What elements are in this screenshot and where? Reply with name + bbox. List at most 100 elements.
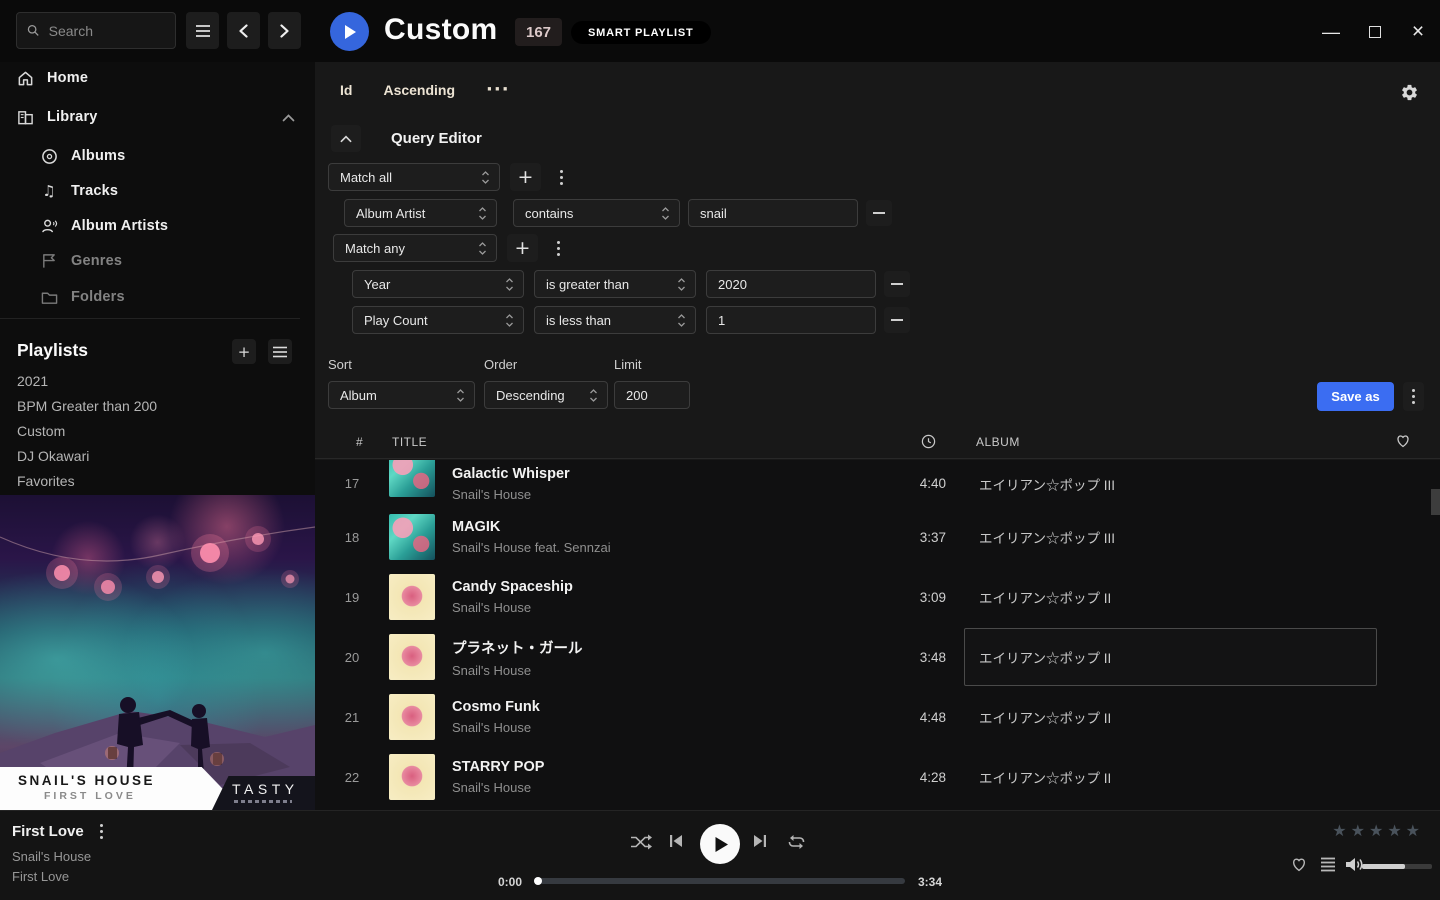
volume-slider[interactable] bbox=[1362, 864, 1432, 869]
seek-bar[interactable] bbox=[534, 878, 905, 884]
rule-value-input[interactable] bbox=[688, 199, 858, 227]
table-row[interactable]: 22 STARRY POP Snail's House 4:28 エイリアン☆ポ… bbox=[315, 747, 1440, 807]
next-track-button[interactable] bbox=[752, 833, 768, 849]
match-mode-select-2[interactable]: Match any bbox=[333, 234, 497, 262]
group-options-button[interactable] bbox=[551, 163, 571, 191]
menu-button[interactable] bbox=[186, 12, 219, 49]
repeat-icon bbox=[786, 833, 807, 851]
duration-clock-icon[interactable] bbox=[921, 434, 936, 452]
table-row[interactable]: 17 Galactic Whisper Snail's House 4:40 エ… bbox=[315, 460, 1440, 507]
select-arrows-icon bbox=[478, 242, 487, 255]
scrollbar-thumb[interactable] bbox=[1431, 489, 1440, 515]
sort-direction-button[interactable]: Ascending bbox=[383, 82, 455, 98]
star-icon[interactable]: ★ bbox=[1332, 821, 1350, 840]
playlist-item[interactable]: BPM Greater than 200 bbox=[17, 398, 157, 416]
column-title[interactable]: TITLE bbox=[392, 435, 427, 449]
nav-forward-button[interactable] bbox=[268, 12, 301, 49]
record-label-sub-mark bbox=[234, 800, 292, 803]
track-duration: 4:40 bbox=[874, 476, 946, 491]
window-minimize-button[interactable]: — bbox=[1316, 17, 1346, 47]
rating-stars[interactable]: ★★★★★ bbox=[1332, 821, 1424, 840]
add-rule-button[interactable]: + bbox=[510, 163, 541, 191]
favorite-button[interactable] bbox=[1290, 856, 1308, 872]
favorite-heart-column-icon[interactable] bbox=[1395, 433, 1411, 451]
rule-operator-select[interactable]: is less than bbox=[534, 306, 696, 334]
track-duration: 4:48 bbox=[874, 710, 946, 725]
rule-field-select[interactable]: Year bbox=[352, 270, 524, 298]
play-icon bbox=[343, 24, 357, 40]
star-icon[interactable]: ★ bbox=[1387, 821, 1405, 840]
track-duration: 3:48 bbox=[874, 650, 946, 665]
rule-value-input[interactable] bbox=[706, 270, 876, 298]
track-album: エイリアン☆ポップ II bbox=[946, 707, 1377, 727]
sidebar-item-tracks[interactable]: ♫ Tracks bbox=[40, 179, 118, 203]
star-icon[interactable]: ★ bbox=[1351, 821, 1369, 840]
track-duration: 4:28 bbox=[874, 770, 946, 785]
track-artist: Snail's House bbox=[452, 600, 874, 615]
sidebar-item-folders[interactable]: Folders bbox=[40, 285, 125, 309]
playlist-item[interactable]: DJ Okawari bbox=[17, 448, 89, 466]
window-maximize-button[interactable] bbox=[1360, 17, 1390, 47]
search-input[interactable] bbox=[49, 23, 165, 39]
queue-button[interactable] bbox=[1320, 857, 1336, 872]
remove-rule-button[interactable] bbox=[866, 200, 892, 226]
library-collapse-chevron-icon[interactable] bbox=[282, 109, 295, 127]
sidebar-item-home[interactable]: Home bbox=[16, 66, 88, 90]
playlist-item[interactable]: Custom bbox=[17, 423, 65, 441]
column-album[interactable]: ALBUM bbox=[976, 435, 1020, 449]
save-options-button[interactable] bbox=[1403, 382, 1424, 411]
add-playlist-button[interactable]: + bbox=[232, 339, 256, 364]
sidebar-item-album-artists[interactable]: Album Artists bbox=[40, 214, 168, 238]
play-pause-button[interactable] bbox=[700, 824, 740, 864]
star-icon[interactable]: ★ bbox=[1406, 821, 1424, 840]
remove-rule-button[interactable] bbox=[884, 307, 910, 333]
track-duration: 3:37 bbox=[874, 530, 946, 545]
order-select[interactable]: Descending bbox=[484, 381, 608, 409]
select-arrows-icon bbox=[505, 278, 514, 291]
playlist-item[interactable]: Favorites bbox=[17, 473, 75, 491]
sidebar-item-genres[interactable]: Genres bbox=[40, 249, 122, 273]
playlist-item[interactable]: 2021 bbox=[17, 373, 48, 391]
query-editor-collapse-button[interactable] bbox=[331, 125, 361, 152]
table-row[interactable]: 18 MAGIK Snail's House feat. Sennzai 3:3… bbox=[315, 507, 1440, 567]
sort-field-button[interactable]: Id bbox=[340, 82, 352, 98]
next-icon bbox=[752, 833, 768, 849]
query-editor-header: Query Editor bbox=[331, 125, 482, 152]
play-playlist-button[interactable] bbox=[330, 12, 369, 51]
sidebar-item-albums[interactable]: Albums bbox=[40, 144, 125, 168]
track-thumbnail bbox=[389, 574, 435, 620]
table-row[interactable]: 19 Candy Spaceship Snail's House 3:09 エイ… bbox=[315, 567, 1440, 627]
repeat-button[interactable] bbox=[786, 833, 807, 851]
seek-knob[interactable] bbox=[534, 877, 542, 885]
remove-rule-button[interactable] bbox=[884, 271, 910, 297]
match-mode-select-1[interactable]: Match all bbox=[328, 163, 500, 191]
shuffle-button[interactable] bbox=[630, 833, 652, 851]
save-as-button[interactable]: Save as bbox=[1317, 382, 1394, 411]
group-options-button[interactable] bbox=[548, 234, 568, 262]
sort-select[interactable]: Album bbox=[328, 381, 475, 409]
window-close-button[interactable]: × bbox=[1403, 17, 1433, 47]
playlist-view-options-button[interactable] bbox=[268, 339, 292, 364]
volume-fill bbox=[1362, 864, 1405, 869]
now-playing-options-button[interactable] bbox=[96, 826, 107, 837]
column-number[interactable]: # bbox=[356, 435, 363, 449]
rule-operator-select[interactable]: contains bbox=[513, 199, 680, 227]
previous-track-button[interactable] bbox=[668, 833, 684, 849]
search-box[interactable] bbox=[16, 12, 176, 49]
limit-input[interactable] bbox=[614, 381, 690, 409]
rule-value-input[interactable] bbox=[706, 306, 876, 334]
rule-field-select[interactable]: Play Count bbox=[352, 306, 524, 334]
star-icon[interactable]: ★ bbox=[1369, 821, 1387, 840]
table-row[interactable]: 21 Cosmo Funk Snail's House 4:48 エイリアン☆ポ… bbox=[315, 687, 1440, 747]
folder-icon bbox=[40, 290, 58, 305]
settings-button[interactable] bbox=[1398, 81, 1420, 103]
track-title: Galactic Whisper bbox=[452, 466, 874, 482]
rule-operator-select[interactable]: is greater than bbox=[534, 270, 696, 298]
more-options-icon[interactable]: ··· bbox=[486, 85, 510, 95]
nav-back-button[interactable] bbox=[227, 12, 260, 49]
main-content: Id Ascending ··· Query Editor Match all … bbox=[315, 62, 1440, 810]
sidebar-item-library[interactable]: Library bbox=[16, 105, 98, 129]
rule-field-select[interactable]: Album Artist bbox=[344, 199, 497, 227]
table-row[interactable]: 20 プラネット・ガール Snail's House 3:48 エイリアン☆ポッ… bbox=[315, 627, 1440, 687]
add-rule-button[interactable]: + bbox=[507, 234, 538, 262]
